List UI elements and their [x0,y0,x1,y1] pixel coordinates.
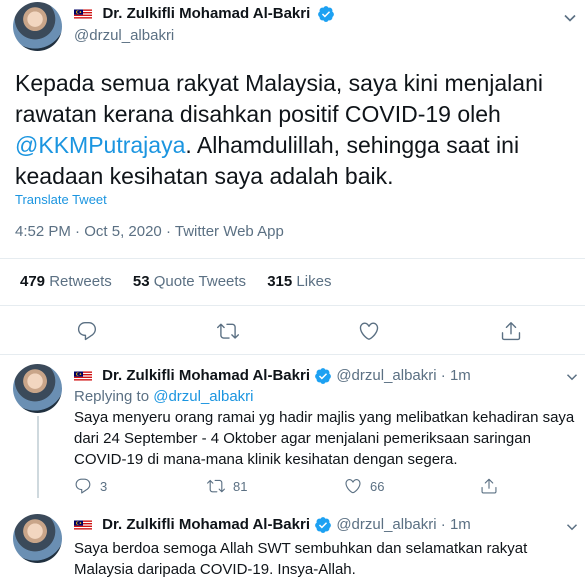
malaysia-flag-icon [74,520,92,530]
translate-tweet-link[interactable]: Translate Tweet [15,192,107,207]
quote-count: 53 [132,273,150,290]
avatar[interactable] [13,2,62,51]
likes-label: Likes [296,273,332,290]
reply-author-line: Dr. Zulkifli Mohamad Al-Bakri @drzul_alb… [74,367,471,385]
more-options-icon[interactable] [563,368,581,386]
like-action[interactable]: 66 [344,477,384,495]
reply-author-name[interactable]: Dr. Zulkifli Mohamad Al-Bakri [102,516,310,533]
quote-label: Quote Tweets [153,273,247,290]
reply-icon[interactable] [76,320,98,342]
more-options-icon[interactable] [560,8,580,28]
malaysia-flag-icon [74,371,92,381]
tweet-date[interactable]: Oct 5, 2020 [84,223,162,240]
reply-author-handle[interactable]: @drzul_albakri [336,516,436,533]
reply-author-name[interactable]: Dr. Zulkifli Mohamad Al-Bakri [102,367,310,384]
reply-count: 3 [100,478,108,494]
likes-count: 315 [267,273,293,290]
divider [0,258,585,259]
author-line: Dr. Zulkifli Mohamad Al-Bakri [74,5,335,23]
verified-badge-icon [317,6,334,22]
separator-dot: · [165,223,171,240]
likes-stat[interactable]: 315 Likes [267,273,331,290]
reply-author-line: Dr. Zulkifli Mohamad Al-Bakri @drzul_alb… [74,516,471,534]
tweet-source[interactable]: Twitter Web App [175,223,284,240]
retweet-count: 81 [233,478,248,494]
separator-dot: · [440,516,446,533]
reply-icon [75,478,91,494]
reply-age[interactable]: 1m [450,367,471,384]
reply-text: Saya menyeru orang ramai yg hadir majlis… [74,409,575,468]
thread-line [37,416,39,498]
tweet-timestamp: 4:52 PM · Oct 5, 2020 · Twitter Web App [15,223,284,240]
like-count: 66 [370,478,385,494]
divider [0,305,585,306]
reply-age[interactable]: 1m [450,516,471,533]
retweets-label: Retweets [49,273,112,290]
reply-action[interactable]: 3 [74,477,107,495]
retweet-action[interactable]: 81 [207,477,247,495]
tweet-time[interactable]: 4:52 PM [15,223,71,240]
share-icon [481,478,497,494]
replying-to: Replying to @drzul_albakri [74,388,254,405]
tweet-text-part1: Kepada semua rakyat Malaysia, saya kini … [15,70,543,127]
replying-to-prefix: Replying to [74,388,154,405]
retweet-icon[interactable] [217,320,239,342]
share-icon[interactable] [500,320,522,342]
separator-dot: · [440,367,446,384]
retweet-icon [207,479,225,493]
share-action[interactable] [480,477,498,495]
like-icon [345,479,361,494]
reply-author-handle[interactable]: @drzul_albakri [336,367,436,384]
reply-text: Saya berdoa semoga Allah SWT sembuhkan d… [74,540,528,577]
retweets-count: 479 [20,273,46,290]
replying-to-link[interactable]: @drzul_albakri [153,388,253,405]
verified-badge-icon [315,368,332,384]
malaysia-flag-icon [74,9,92,19]
divider [0,354,585,355]
quote-tweets-stat[interactable]: 53 Quote Tweets [133,273,250,290]
more-options-icon[interactable] [563,518,581,536]
author-handle[interactable]: @drzul_albakri [74,27,174,44]
separator-dot: · [75,223,81,240]
author-name[interactable]: Dr. Zulkifli Mohamad Al-Bakri [102,5,310,22]
tweet-text: Kepada semua rakyat Malaysia, saya kini … [15,68,575,192]
avatar[interactable] [13,364,62,413]
mention-link[interactable]: @KKMPutrajaya [15,132,185,158]
verified-badge-icon [315,517,332,533]
stats-row: 479 Retweets 53 Quote Tweets 315 Likes [20,273,331,290]
like-icon[interactable] [358,320,380,342]
avatar[interactable] [13,514,62,563]
retweets-stat[interactable]: 479 Retweets [20,273,116,290]
